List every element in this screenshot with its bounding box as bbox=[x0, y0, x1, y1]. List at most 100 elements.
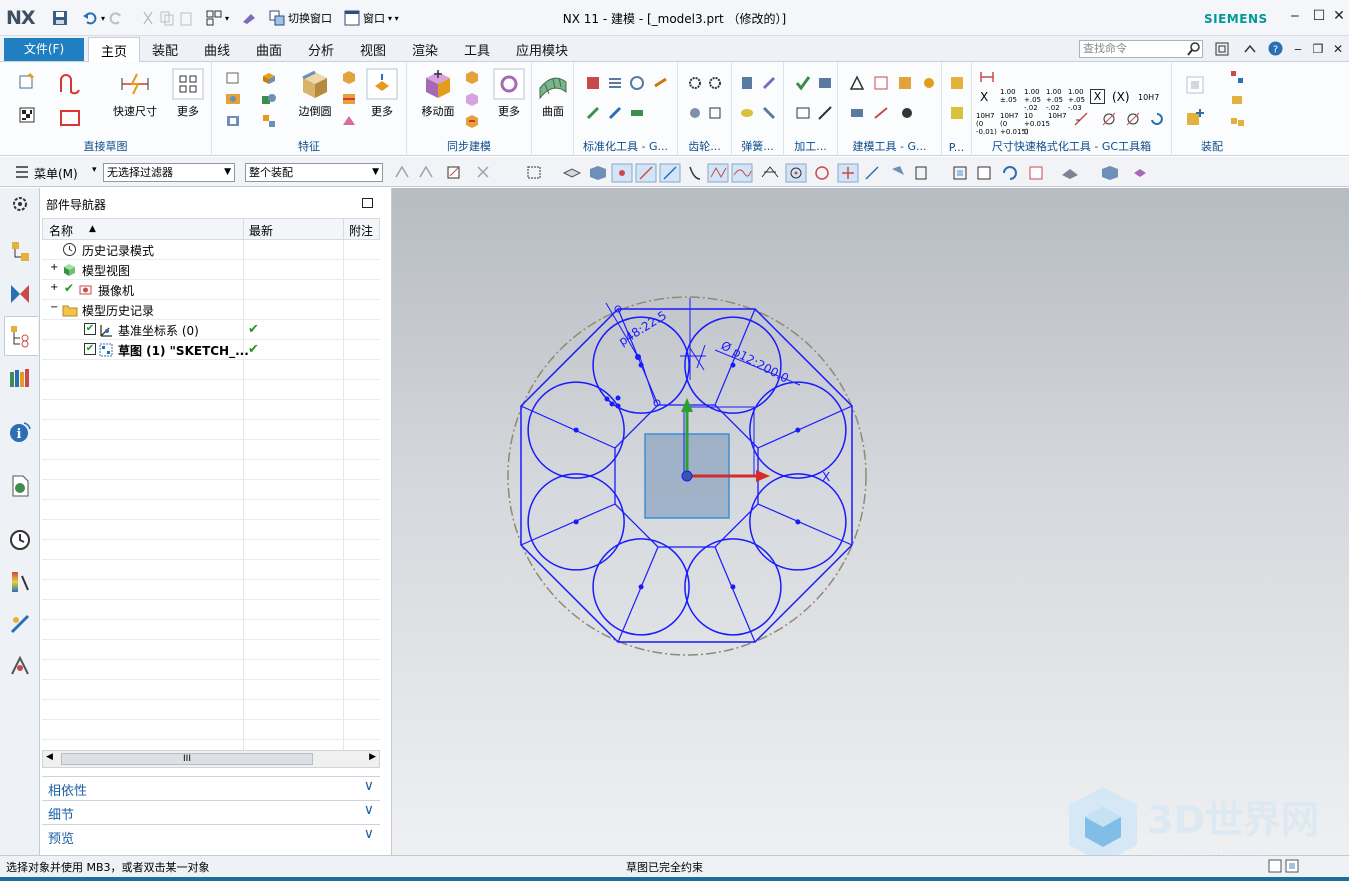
p-tool1-icon[interactable] bbox=[948, 74, 966, 92]
table-tool-icon[interactable] bbox=[872, 74, 890, 92]
horizontal-scrollbar[interactable]: ◀ III ▶ bbox=[42, 750, 380, 768]
sort-ascending-icon[interactable]: ▲ bbox=[89, 224, 96, 234]
tab-applications[interactable]: 应用模块 bbox=[516, 40, 568, 59]
pull-face-icon[interactable] bbox=[463, 68, 481, 86]
tab-surface[interactable]: 曲面 bbox=[256, 40, 282, 59]
collapse-ribbon-icon[interactable] bbox=[1243, 42, 1257, 56]
std-clamp-icon[interactable] bbox=[606, 104, 624, 122]
gear-info-icon[interactable] bbox=[706, 104, 724, 122]
circle-center-point[interactable] bbox=[795, 519, 801, 525]
assembly-constraint-icon[interactable] bbox=[1228, 68, 1246, 86]
replace-face-icon[interactable] bbox=[463, 112, 481, 130]
part-navigator-icon[interactable] bbox=[8, 324, 32, 348]
origin-point[interactable] bbox=[681, 470, 693, 482]
surface-button[interactable]: 曲面 bbox=[535, 68, 571, 119]
help-icon[interactable]: ? bbox=[1268, 41, 1283, 56]
dim-fit2-button[interactable]: 10H7 (0 -0.01) bbox=[976, 112, 998, 136]
tab-analysis[interactable]: 分析 bbox=[308, 40, 334, 59]
extrude-icon[interactable] bbox=[224, 68, 242, 86]
machining-face-icon[interactable] bbox=[816, 74, 834, 92]
offset-region-icon[interactable] bbox=[463, 90, 481, 108]
column-divider[interactable] bbox=[343, 219, 344, 241]
section-preview[interactable]: 预览 ∨ bbox=[42, 824, 380, 847]
tab-home[interactable]: 主页 bbox=[88, 37, 141, 63]
dim-fit-button[interactable]: 10H7 bbox=[1138, 93, 1159, 102]
main-menu-dropdown-icon[interactable]: ▾ bbox=[92, 165, 97, 175]
std-spring-icon[interactable] bbox=[606, 74, 624, 92]
scroll-left-icon[interactable]: ◀ bbox=[46, 752, 53, 762]
unite-icon[interactable] bbox=[260, 90, 278, 108]
dim-fit4-button[interactable]: 10 +0.015 0 bbox=[1024, 112, 1050, 136]
chevron-down-icon[interactable]: ∨ bbox=[364, 778, 374, 794]
add-component-icon[interactable] bbox=[1184, 74, 1206, 96]
visibility-checkbox[interactable]: ✔ bbox=[84, 343, 96, 355]
section-dependencies[interactable]: 相依性 ∨ bbox=[42, 776, 380, 799]
gear-mesh-icon[interactable] bbox=[706, 74, 724, 92]
dim-tol2-button[interactable]: 1.00 +.05 -.02 bbox=[1024, 88, 1044, 112]
column-divider[interactable] bbox=[243, 219, 244, 241]
chevron-down-icon[interactable]: ∨ bbox=[364, 802, 374, 818]
tree-row-cameras[interactable]: + ✔ 摄像机 bbox=[42, 280, 380, 300]
full-screen-icon[interactable] bbox=[1215, 42, 1229, 56]
p-tool2-icon[interactable] bbox=[948, 104, 966, 122]
modeling-tool6-icon[interactable] bbox=[872, 104, 890, 122]
type-filter-dropdown[interactable]: 无选择过滤器 bbox=[103, 163, 235, 182]
expand-icon[interactable]: + bbox=[50, 282, 58, 293]
circle-center-point[interactable] bbox=[730, 584, 736, 590]
tab-tools[interactable]: 工具 bbox=[464, 40, 490, 59]
column-name[interactable]: 名称 bbox=[49, 222, 73, 239]
tab-assembly[interactable]: 装配 bbox=[152, 40, 178, 59]
spring-disc-icon[interactable] bbox=[738, 104, 756, 122]
machining-table-icon[interactable] bbox=[794, 104, 812, 122]
gear-icon[interactable] bbox=[686, 74, 704, 92]
more-sync-button[interactable]: 更多 bbox=[489, 68, 529, 119]
system-scenes-icon[interactable] bbox=[8, 654, 32, 678]
pattern-icon[interactable] bbox=[260, 112, 278, 130]
new-component-icon[interactable] bbox=[1184, 106, 1206, 128]
std-part-icon[interactable] bbox=[584, 74, 602, 92]
doc-minimize-button[interactable]: ‒ bbox=[1290, 41, 1306, 57]
sketch-view[interactable]: p48:22.5 Ø p12:200.0 X bbox=[392, 188, 1349, 855]
spring-cylinder-icon[interactable] bbox=[738, 74, 756, 92]
visualization-icon[interactable] bbox=[8, 570, 32, 594]
machining-mark-icon[interactable] bbox=[816, 104, 834, 122]
hole-icon[interactable] bbox=[224, 90, 242, 108]
circle-center-point[interactable] bbox=[638, 584, 644, 590]
file-menu-button[interactable]: 文件(F) bbox=[4, 38, 84, 61]
circle-center-point[interactable] bbox=[573, 519, 579, 525]
assembly-navigator-icon[interactable] bbox=[8, 240, 32, 264]
section-details[interactable]: 细节 ∨ bbox=[42, 800, 380, 823]
web-browser-icon[interactable] bbox=[8, 474, 32, 498]
tab-view[interactable]: 视图 bbox=[360, 40, 386, 59]
column-notes[interactable]: 附注 bbox=[349, 222, 373, 239]
expand-icon[interactable]: + bbox=[50, 262, 58, 273]
tab-render[interactable]: 渲染 bbox=[412, 40, 438, 59]
doc-close-button[interactable]: ✕ bbox=[1330, 41, 1346, 57]
column-latest[interactable]: 最新 bbox=[249, 222, 273, 239]
dim-format-icon[interactable] bbox=[978, 68, 996, 86]
scroll-right-icon[interactable]: ▶ bbox=[369, 752, 376, 762]
visibility-checkbox[interactable]: ✔ bbox=[84, 323, 96, 335]
dim-fit3-button[interactable]: 10H7 (0 +0.015) bbox=[1000, 112, 1029, 136]
dim-x-button[interactable]: X bbox=[980, 90, 988, 104]
edge-blend-button[interactable]: 边倒圆 bbox=[294, 68, 336, 119]
dim-tol3-button[interactable]: 1.00 +.05 -.02 bbox=[1046, 88, 1066, 112]
modeling-tool7-icon[interactable] bbox=[898, 104, 916, 122]
reuse-library-icon[interactable] bbox=[8, 366, 32, 390]
tree-row-sketch[interactable]: ✔ 草图 (1) "SKETCH_... ✔ bbox=[42, 340, 380, 360]
maximize-button[interactable]: ☐ bbox=[1311, 8, 1327, 24]
triangle-icon[interactable] bbox=[848, 74, 866, 92]
tree-row-datum-csys[interactable]: ✔ 基准坐标系 (0) ✔ bbox=[42, 320, 380, 340]
more-sketch-button[interactable]: 更多 bbox=[168, 68, 208, 119]
dimension-label-angle[interactable]: p48:22.5 bbox=[616, 308, 669, 348]
circle-center-point[interactable] bbox=[573, 427, 579, 433]
chamfer-icon[interactable] bbox=[340, 68, 358, 86]
dim-fit5-button[interactable]: 10H7 bbox=[1048, 112, 1070, 120]
dim-reset-icon[interactable] bbox=[1148, 110, 1166, 128]
move-face-button[interactable]: 移动面 bbox=[417, 68, 459, 119]
tree-row-history-mode[interactable]: 历史记录模式 bbox=[42, 240, 380, 260]
move-component-icon[interactable] bbox=[1228, 90, 1246, 108]
maximize-panel-button[interactable] bbox=[362, 198, 373, 208]
std-pin-icon[interactable] bbox=[652, 74, 670, 92]
selection-scope-dropdown[interactable]: 整个装配 bbox=[245, 163, 383, 182]
